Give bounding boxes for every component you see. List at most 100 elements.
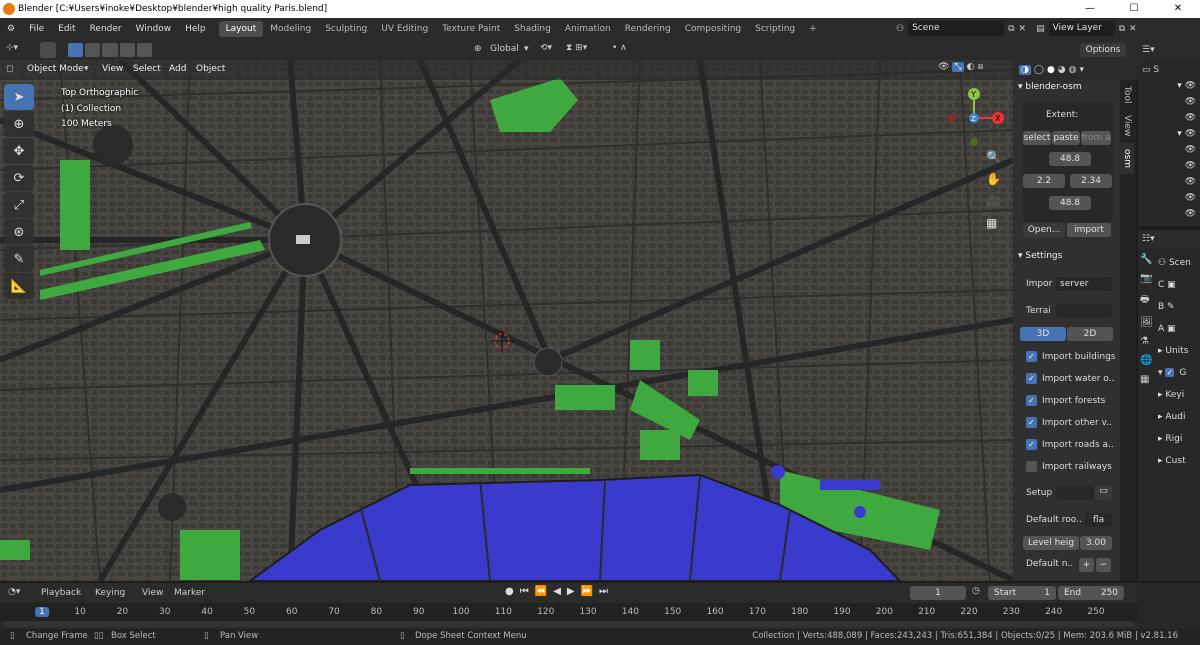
menu-file[interactable]: File [22,24,51,34]
level-height-field[interactable]: 3.00 [1080,536,1112,550]
selection-mode-buttons[interactable] [68,43,153,57]
prev-key-icon[interactable]: ⏪ [535,586,547,597]
import-railways-checkbox[interactable]: Import railways [1026,461,1112,472]
visibility-icon[interactable]: 👁 [1142,174,1196,190]
render-props-icon[interactable]: 📷 [1140,273,1153,284]
visibility-icon[interactable]: 👁 [1142,110,1196,126]
audio-section[interactable]: Audi [1165,412,1185,422]
select-tool-icon[interactable] [40,42,56,58]
material-shading-icon[interactable]: ◕ [1058,65,1066,75]
units-section[interactable]: Units [1165,346,1188,356]
import-forests-checkbox[interactable]: ✓ Import forests [1026,395,1105,406]
tab-tool[interactable]: Tool [1120,80,1134,109]
scene-icon[interactable]: ⚇ [896,24,904,34]
gravity-checkbox[interactable]: G [1179,368,1186,378]
rigid-body-section[interactable]: Rigi [1165,434,1182,444]
navigation-gizmo[interactable]: Y X Z [944,86,1004,146]
visibility-icon[interactable]: 👁 [1142,206,1196,222]
timeline-menu-marker[interactable]: Marker [174,588,205,598]
tab-animation[interactable]: Animation [558,21,618,37]
scene-close-icon[interactable]: ✕ [1019,24,1027,34]
import-water-checkbox[interactable]: ✓ Import water o.. [1026,373,1114,384]
zoom-icon[interactable]: 🔍 [986,150,1001,164]
scene-selector[interactable]: Scene [908,21,1005,36]
terrain-field[interactable] [1056,304,1112,318]
tab-uv-editing[interactable]: UV Editing [374,21,435,37]
visibility-icon[interactable]: 👁 [938,62,949,72]
timeline-menu-keying[interactable]: Keying [95,588,125,598]
camera-icon[interactable]: 🎥 [986,194,1001,208]
menu-render[interactable]: Render [83,24,129,34]
visibility-icon[interactable]: ▾ 👁 [1142,126,1196,142]
setup-field[interactable] [1056,486,1094,500]
rendered-shading-icon[interactable]: ◍ [1069,65,1077,75]
tab-view[interactable]: View [1120,109,1134,142]
tab-rendering[interactable]: Rendering [618,21,678,37]
tab-sculpting[interactable]: Sculpting [318,21,374,37]
scale-tool-icon[interactable]: ⤢ [4,192,34,218]
annotate-tool-icon[interactable]: ✎ [4,246,34,272]
cursor-tool-icon[interactable]: ⊕ [4,111,34,137]
gizmo-icon[interactable]: ⤡ [952,62,964,72]
import-button[interactable]: import [1067,223,1111,237]
tab-osm[interactable]: osm [1120,142,1134,174]
end-frame-field[interactable]: End 250 [1058,586,1124,600]
viewport-menu-select[interactable]: Select [133,64,161,74]
texture-props-icon[interactable]: ▦ [1140,374,1153,385]
from-a-button[interactable]: from a [1081,131,1111,145]
measure-tool-icon[interactable]: 📐 [4,273,34,299]
timeline-scrollbar[interactable] [4,621,1134,627]
tab-layout[interactable]: Layout [218,21,264,37]
north-field[interactable]: 48.8 [1049,152,1091,166]
view-layer-close-icon[interactable]: ✕ [1129,24,1137,34]
rotate-tool-icon[interactable]: ⟳ [4,165,34,191]
open-button[interactable]: Open... [1023,223,1065,237]
timeline-menu-view[interactable]: View [142,588,163,598]
object-mode-dropdown[interactable]: Object Mode [27,64,84,74]
view-layer-props-icon[interactable]: 🖼 [1140,317,1153,328]
jump-end-icon[interactable]: ⏭ [599,586,608,597]
orientation-dropdown[interactable]: Global [490,44,519,54]
timeline-menu-playback[interactable]: Playback [41,588,81,598]
timeline-editor-icon[interactable]: ◔▾ [8,587,20,597]
editor-type-icon[interactable]: ⊹▾ [6,43,18,53]
tab-scripting[interactable]: Scripting [748,21,802,37]
output-props-icon[interactable]: 🖶 [1140,292,1153,309]
view-layer-copy-icon[interactable]: ⧉ [1119,24,1125,34]
tab-modeling[interactable]: Modeling [263,21,318,37]
close-button[interactable]: ✕ [1156,0,1200,18]
tab-shading[interactable]: Shading [507,21,558,37]
keying-section[interactable]: Keyi [1165,390,1184,400]
clock-icon[interactable]: ◷ [972,586,980,596]
snap-icon[interactable]: ⧗ ⊞▾ [566,43,587,53]
mode-2d-toggle[interactable]: 2D [1067,327,1113,341]
wireframe-shading-icon[interactable]: ◯ [1034,65,1044,75]
blender-menu-icon[interactable]: ⚙ [0,24,22,34]
import-other-checkbox[interactable]: ✓ Import other v.. [1026,417,1112,428]
next-key-icon[interactable]: ⏩ [581,586,593,597]
add-workspace-button[interactable]: + [802,21,824,37]
transform-tool-icon[interactable]: ⊛ [4,219,34,245]
outliner-editor-icon[interactable]: ☰▾ [1142,45,1155,55]
roof-dropdown[interactable]: fla [1085,513,1112,527]
visibility-icon[interactable]: 👁 [1142,158,1196,174]
options-button[interactable]: Options [1080,43,1126,57]
menu-help[interactable]: Help [178,24,213,34]
viewport-menu-view[interactable]: View [102,64,123,74]
folder-icon[interactable]: ▭ [1095,486,1112,500]
paste-button[interactable]: paste [1052,131,1080,145]
world-props-icon[interactable]: 🌐 [1140,355,1153,366]
menu-window[interactable]: Window [129,24,179,34]
visibility-icon[interactable]: 👁 [1142,142,1196,158]
start-frame-field[interactable]: Start 1 [988,586,1056,600]
move-tool-icon[interactable]: ✥ [4,138,34,164]
menu-edit[interactable]: Edit [51,24,82,34]
import-roads-checkbox[interactable]: ✓ Import roads a.. [1026,439,1114,450]
scene-copy-icon[interactable]: ⧉ [1008,24,1014,34]
settings-header[interactable]: ▾ Settings [1018,251,1062,261]
east-field[interactable]: 2.34 [1070,174,1112,188]
current-frame-field[interactable]: 1 [910,586,966,600]
grid-view-icon[interactable]: ▦ [986,216,1001,230]
viewport-menu-add[interactable]: Add [169,64,186,74]
add-icon[interactable]: + [1079,558,1094,572]
